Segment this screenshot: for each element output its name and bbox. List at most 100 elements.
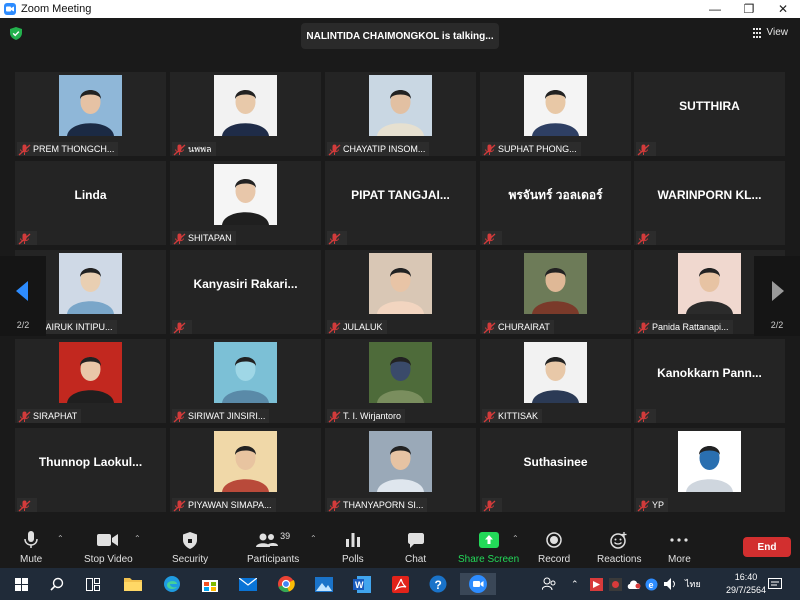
participant-tile[interactable]: Thunnop Laokul... (15, 428, 166, 512)
chat-bubble-icon (407, 530, 424, 550)
stop-video-button[interactable]: Stop Video (84, 530, 133, 565)
zoom-taskbar-icon[interactable] (460, 573, 496, 595)
microphone-muted-icon (328, 143, 341, 156)
input-language-indicator[interactable]: ไทย (685, 568, 701, 600)
participant-display-name: Suthasinee (523, 455, 588, 469)
mail-icon[interactable] (236, 573, 260, 595)
next-page-button[interactable]: 2/2 (754, 256, 800, 336)
tray-dark-app-icon[interactable] (609, 568, 622, 600)
participants-caret-icon[interactable]: ⌃ (310, 534, 317, 543)
participant-name-bar (636, 409, 656, 423)
participant-video-thumbnail (214, 75, 277, 136)
taskbar-clock[interactable]: 16:40 29/7/2564 (726, 571, 766, 597)
chat-button[interactable]: Chat (405, 530, 426, 565)
help-icon[interactable]: ? (426, 573, 450, 595)
participant-tile[interactable]: SIRAPHAT (15, 339, 166, 423)
audio-options-caret-icon[interactable]: ⌃ (57, 534, 64, 543)
gallery-grid-icon (752, 27, 763, 38)
participant-tile[interactable]: THANYAPORN SI... (325, 428, 476, 512)
participant-name-bar: SIRAPHAT (17, 409, 82, 423)
tray-cloud-icon[interactable] (627, 568, 641, 600)
previous-page-button[interactable]: 2/2 (0, 256, 46, 336)
video-camera-icon (97, 530, 119, 550)
microphone-muted-icon (637, 499, 650, 512)
participant-tile[interactable]: YP (634, 428, 785, 512)
participant-video-thumbnail (214, 164, 277, 225)
close-button[interactable]: ✕ (766, 0, 800, 18)
more-label: More (668, 554, 691, 565)
participant-tile[interactable]: Kanyasiri Rakari... (170, 250, 321, 334)
acrobat-reader-icon[interactable] (388, 573, 412, 595)
volume-icon[interactable] (664, 568, 677, 600)
arrow-right-icon (772, 281, 784, 301)
word-icon[interactable]: W (350, 573, 374, 595)
participant-tile[interactable]: T. I. Wirjantoro (325, 339, 476, 423)
windows-start-icon[interactable] (9, 573, 33, 595)
photos-icon[interactable] (312, 573, 336, 595)
participant-tile[interactable]: WARINPORN KL... (634, 161, 785, 245)
show-hidden-icons-caret-icon[interactable]: ⌃ (571, 568, 579, 600)
participant-tile[interactable]: JULALUK (325, 250, 476, 334)
participant-name-label: นพพล (188, 144, 212, 154)
chrome-browser-icon[interactable] (274, 573, 298, 595)
reactions-button[interactable]: Reactions (597, 530, 641, 565)
participant-tile[interactable]: KITTISAK (480, 339, 631, 423)
people-icon[interactable] (542, 568, 556, 600)
participant-tile[interactable]: Suthasinee (480, 428, 631, 512)
view-button[interactable]: View (752, 27, 789, 38)
participant-name-label: CHURAIRAT (498, 322, 550, 332)
clock-time: 16:40 (734, 572, 758, 582)
participant-tile[interactable]: SUTTHIRA (634, 72, 785, 156)
polls-button[interactable]: Polls (342, 530, 364, 565)
participant-video-thumbnail (369, 342, 432, 403)
participant-name-label: KITTISAK (498, 411, 539, 421)
participant-tile[interactable]: พรจันทร์ วอลเดอร์ (480, 161, 631, 245)
view-label: View (766, 27, 789, 38)
participant-name-bar (482, 498, 502, 512)
participant-name-bar (636, 142, 656, 156)
mute-button[interactable]: Mute (20, 530, 42, 565)
microphone-muted-icon (173, 232, 186, 245)
participant-tile[interactable]: SIRIWAT JINSIRI... (170, 339, 321, 423)
participant-video-thumbnail (214, 431, 277, 492)
notifications-icon[interactable] (768, 568, 782, 600)
participant-name-label: T. I. Wirjantoro (343, 411, 402, 421)
share-options-caret-icon[interactable]: ⌃ (512, 534, 519, 543)
edge-browser-icon[interactable] (160, 573, 184, 595)
end-meeting-button[interactable]: End (743, 537, 791, 557)
participant-name-label: SIRAPHAT (33, 411, 78, 421)
microsoft-store-icon[interactable] (198, 573, 222, 595)
participant-tile[interactable]: CHURAIRAT (480, 250, 631, 334)
mute-label: Mute (20, 554, 43, 565)
maximize-button[interactable]: ❐ (732, 0, 766, 18)
stop-video-label: Stop Video (84, 554, 133, 565)
task-view-icon[interactable] (81, 573, 105, 595)
participant-tile[interactable]: SHITAPAN (170, 161, 321, 245)
share-screen-button[interactable]: Share Screen (458, 530, 519, 565)
video-options-caret-icon[interactable]: ⌃ (134, 534, 141, 543)
participant-tile[interactable]: Kanokkarn Pann... (634, 339, 785, 423)
participant-name-bar: SIRIWAT JINSIRI... (172, 409, 270, 423)
reactions-smiley-icon (610, 530, 628, 550)
participant-tile[interactable]: CHAYATIP INSOM... (325, 72, 476, 156)
microphone-muted-icon (18, 410, 31, 423)
participant-tile[interactable]: PREM THONGCH... (15, 72, 166, 156)
tray-red-app-icon[interactable] (590, 568, 603, 600)
participant-tile[interactable]: SUPHAT PHONG... (480, 72, 631, 156)
participant-tile[interactable]: Linda (15, 161, 166, 245)
tray-circle-app-icon[interactable]: e (645, 568, 658, 600)
participant-name-bar (17, 231, 37, 245)
record-button[interactable]: Record (538, 530, 570, 565)
participants-icon-wrap: 39 (256, 530, 290, 550)
minimize-button[interactable]: — (698, 0, 732, 18)
more-button[interactable]: More (668, 530, 691, 565)
participant-tile[interactable]: PIYAWAN SIMAPA... (170, 428, 321, 512)
participant-tile[interactable]: นพพล (170, 72, 321, 156)
participants-button[interactable]: 39 Participants (247, 530, 299, 565)
encryption-shield-icon[interactable] (10, 27, 22, 40)
file-explorer-icon[interactable] (121, 573, 145, 595)
microphone-muted-icon (328, 321, 341, 334)
security-button[interactable]: Security (172, 530, 208, 565)
participant-tile[interactable]: PIPAT TANGJAI... (325, 161, 476, 245)
search-icon[interactable] (45, 573, 69, 595)
